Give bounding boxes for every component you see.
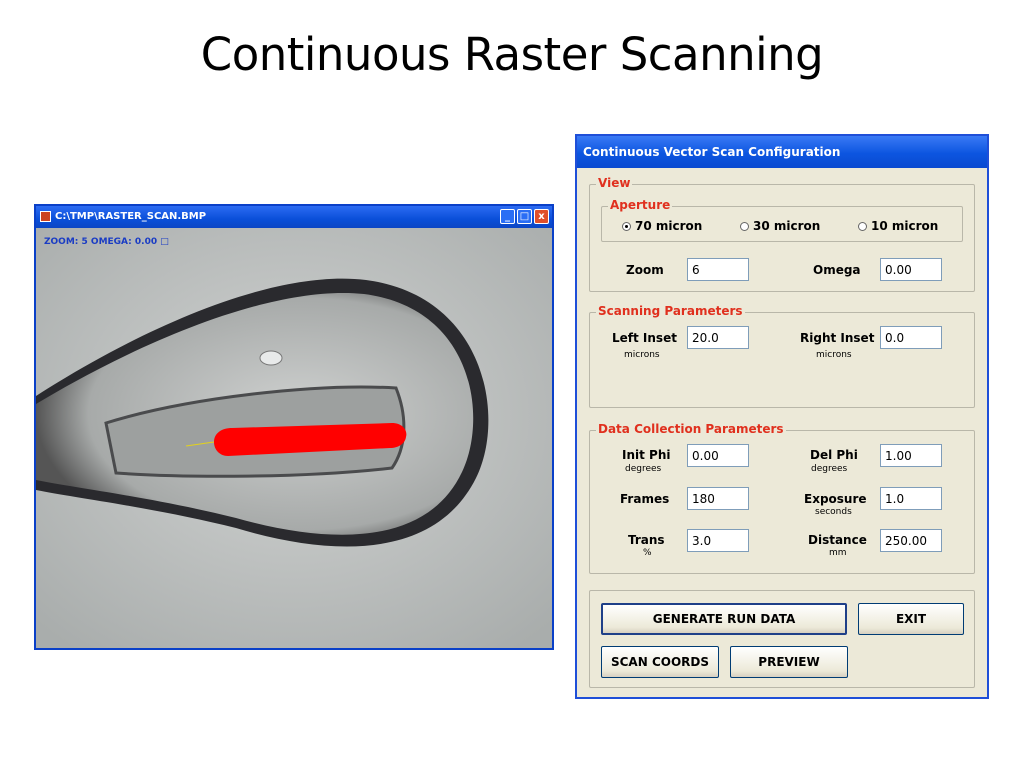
exposure-field[interactable] <box>880 487 942 510</box>
frames-label: Frames <box>620 492 670 506</box>
trans-unit: % <box>643 548 652 558</box>
view-group: View Aperture 70 micron 30 micron 10 mic… <box>589 176 975 292</box>
app-icon <box>40 211 51 222</box>
zoom-omega-status: ZOOM: 5 OMEGA: 0.00 □ <box>44 237 169 247</box>
maximize-button[interactable]: □ <box>517 209 532 224</box>
right-inset-label: Right Inset <box>800 331 875 345</box>
distance-unit: mm <box>829 548 847 558</box>
zoom-label: Zoom <box>626 263 664 277</box>
close-button[interactable]: x <box>534 209 549 224</box>
dialog-titlebar[interactable]: Continuous Vector Scan Configuration <box>577 136 987 168</box>
generate-run-data-button[interactable]: GENERATE RUN DATA <box>601 603 847 635</box>
exposure-unit: seconds <box>815 507 852 517</box>
data-collection-label: Data Collection Parameters <box>596 422 786 436</box>
radio-unselected-icon <box>858 222 867 231</box>
image-viewer-window: C:\TMP\RASTER_SCAN.BMP _ □ x ZOOM: 5 OME… <box>34 204 554 650</box>
distance-label: Distance <box>808 533 867 547</box>
aperture-30-radio[interactable]: 30 micron <box>740 219 820 233</box>
crystal-image[interactable]: ZOOM: 5 OMEGA: 0.00 □ <box>36 228 552 648</box>
distance-field[interactable] <box>880 529 942 552</box>
exposure-label: Exposure <box>804 492 867 506</box>
init-phi-unit: degrees <box>625 464 662 474</box>
preview-button[interactable]: PREVIEW <box>730 646 848 678</box>
radio-selected-icon <box>622 222 631 231</box>
trans-field[interactable] <box>687 529 749 552</box>
exit-button[interactable]: EXIT <box>858 603 964 635</box>
scanning-parameters-group: Scanning Parameters Left Inset microns R… <box>589 304 975 408</box>
crystal-loop-image <box>36 228 552 648</box>
init-phi-label: Init Phi <box>622 448 671 462</box>
left-inset-label: Left Inset <box>612 331 677 345</box>
aperture-10-radio[interactable]: 10 micron <box>858 219 938 233</box>
del-phi-unit: degrees <box>811 464 848 474</box>
init-phi-field[interactable] <box>687 444 749 467</box>
scanning-parameters-label: Scanning Parameters <box>596 304 745 318</box>
omega-label: Omega <box>813 263 861 277</box>
frames-field[interactable] <box>687 487 749 510</box>
omega-field[interactable] <box>880 258 942 281</box>
viewer-titlebar[interactable]: C:\TMP\RASTER_SCAN.BMP _ □ x <box>36 206 552 228</box>
buttons-group: GENERATE RUN DATA EXIT SCAN COORDS PREVI… <box>589 590 975 688</box>
trans-label: Trans <box>628 533 665 547</box>
right-inset-unit: microns <box>816 350 852 360</box>
radio-unselected-icon <box>740 222 749 231</box>
aperture-group: Aperture 70 micron 30 micron 10 micron <box>601 198 963 242</box>
view-group-label: View <box>596 176 633 190</box>
zoom-field[interactable] <box>687 258 749 281</box>
viewer-title: C:\TMP\RASTER_SCAN.BMP <box>55 211 207 222</box>
left-inset-unit: microns <box>624 350 660 360</box>
aperture-70-radio[interactable]: 70 micron <box>622 219 702 233</box>
del-phi-field[interactable] <box>880 444 942 467</box>
aperture-group-label: Aperture <box>608 198 673 212</box>
slide-title: Continuous Raster Scanning <box>200 28 824 81</box>
right-inset-field[interactable] <box>880 326 942 349</box>
scan-coords-button[interactable]: SCAN COORDS <box>601 646 719 678</box>
data-collection-group: Data Collection Parameters Init Phi degr… <box>589 422 975 574</box>
minimize-button[interactable]: _ <box>500 209 515 224</box>
left-inset-field[interactable] <box>687 326 749 349</box>
del-phi-label: Del Phi <box>810 448 858 462</box>
dialog-title: Continuous Vector Scan Configuration <box>583 145 841 159</box>
vector-scan-dialog: Continuous Vector Scan Configuration Vie… <box>575 134 989 699</box>
bubble <box>259 350 283 366</box>
